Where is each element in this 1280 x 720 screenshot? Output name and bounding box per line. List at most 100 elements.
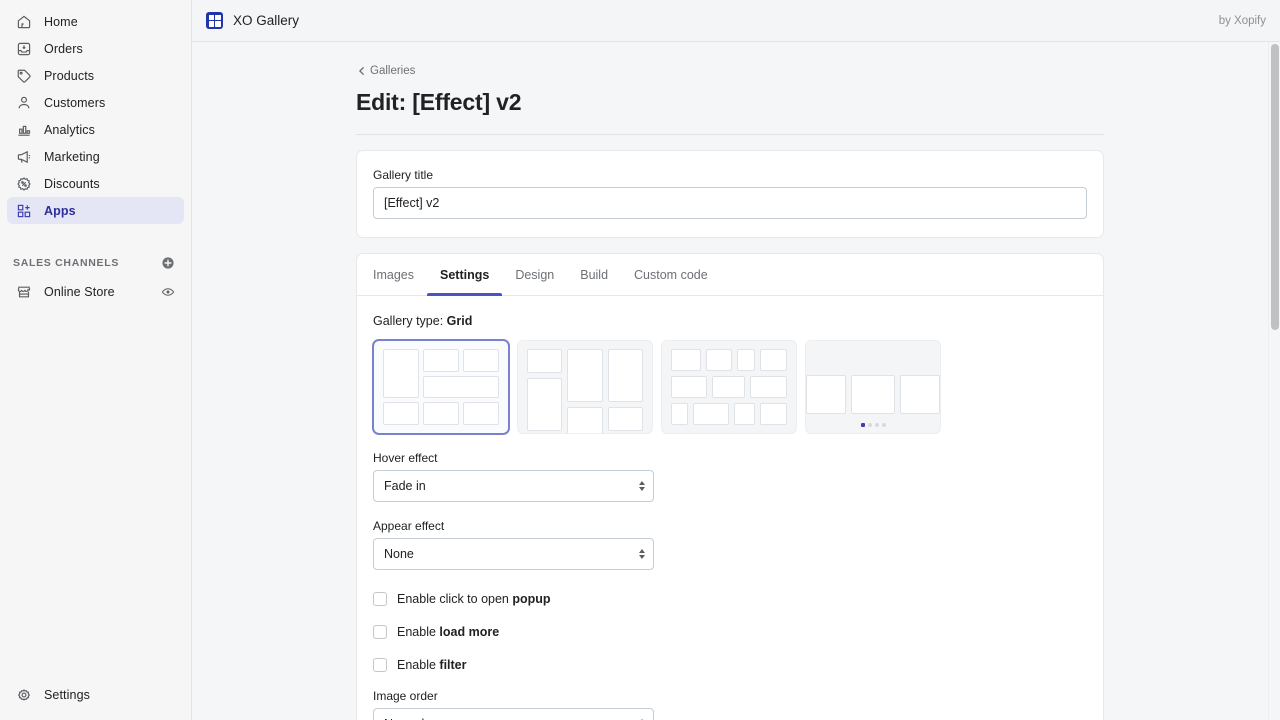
- sidebar-item-analytics[interactable]: Analytics: [7, 116, 184, 143]
- layout-option-justified[interactable]: [661, 340, 797, 434]
- eye-icon[interactable]: [160, 284, 176, 300]
- app-title: XO Gallery: [233, 13, 299, 28]
- sidebar-item-discounts[interactable]: Discounts: [7, 170, 184, 197]
- sidebar-item-home[interactable]: Home: [7, 8, 184, 35]
- sidebar-item-online-store[interactable]: Online Store: [7, 278, 184, 305]
- hover-effect-label: Hover effect: [373, 451, 1087, 465]
- appear-effect-select[interactable]: None: [373, 538, 654, 570]
- scrollbar-thumb[interactable]: [1271, 44, 1279, 330]
- sidebar-item-label: Products: [44, 69, 94, 83]
- tab-design[interactable]: Design: [502, 254, 567, 295]
- title-divider: [356, 134, 1104, 135]
- app-credit: by Xopify: [1219, 15, 1266, 27]
- analytics-bars-icon: [15, 121, 33, 139]
- hover-effect-field: Hover effect Fade in: [373, 451, 1087, 502]
- tab-label: Custom code: [634, 268, 708, 282]
- tab-settings[interactable]: Settings: [427, 254, 502, 295]
- filter-checkbox-label: Enable filter: [397, 658, 467, 672]
- gallery-type-label: Gallery type: Grid: [373, 314, 1087, 328]
- image-order-label: Image order: [373, 689, 1087, 703]
- tab-custom-code[interactable]: Custom code: [621, 254, 721, 295]
- sidebar-channels-nav: Online Store: [0, 278, 191, 305]
- vertical-scrollbar[interactable]: [1268, 42, 1280, 720]
- filter-checkbox[interactable]: [373, 658, 387, 672]
- page-title: Edit: [Effect] v2: [356, 89, 1104, 116]
- sidebar-item-label: Home: [44, 15, 78, 29]
- gallery-type-value: Grid: [447, 314, 473, 328]
- app-brand: XO Gallery: [206, 12, 299, 29]
- apps-grid-plus-icon: [15, 202, 33, 220]
- app-topbar: XO Gallery by Xopify: [192, 0, 1280, 42]
- checkbox-row-filter[interactable]: Enable filter: [373, 658, 1087, 672]
- settings-card: Images Settings Design Build Custom code…: [356, 253, 1104, 720]
- load-more-label-prefix: Enable: [397, 625, 439, 639]
- scroll-area: Galleries Edit: [Effect] v2 Gallery titl…: [192, 42, 1280, 720]
- home-icon: [15, 13, 33, 31]
- plus-circle-icon[interactable]: [160, 255, 176, 271]
- load-more-checkbox[interactable]: [373, 625, 387, 639]
- chevron-left-icon: [356, 66, 367, 77]
- sidebar-item-label: Apps: [44, 204, 76, 218]
- filter-label-strong: filter: [439, 658, 466, 672]
- sidebar-item-products[interactable]: Products: [7, 62, 184, 89]
- appear-effect-field: Appear effect None: [373, 519, 1087, 570]
- product-tag-icon: [15, 67, 33, 85]
- sidebar-bottom-nav: Settings: [0, 681, 191, 720]
- filter-label-prefix: Enable: [397, 658, 439, 672]
- hover-effect-select[interactable]: Fade in: [373, 470, 654, 502]
- app-root: Home Orders Products Customers: [0, 0, 1280, 720]
- tab-label: Build: [580, 268, 608, 282]
- load-more-checkbox-label: Enable load more: [397, 625, 499, 639]
- section-title: SALES CHANNELS: [13, 257, 119, 269]
- breadcrumb[interactable]: Galleries: [356, 62, 1104, 80]
- gallery-type-prefix: Gallery type:: [373, 314, 443, 328]
- layout-option-grid[interactable]: [373, 340, 509, 434]
- chevron-updown-icon: [639, 549, 645, 559]
- marketing-megaphone-icon: [15, 148, 33, 166]
- popup-label-strong: popup: [512, 592, 550, 606]
- main-area: XO Gallery by Xopify Galleries Edit: [Ef…: [192, 0, 1280, 720]
- sidebar-item-apps[interactable]: Apps: [7, 197, 184, 224]
- chevron-updown-icon: [639, 481, 645, 491]
- sidebar-item-marketing[interactable]: Marketing: [7, 143, 184, 170]
- tab-build[interactable]: Build: [567, 254, 621, 295]
- image-order-select[interactable]: Normal: [373, 708, 654, 720]
- carousel-dots: [815, 423, 931, 427]
- gallery-layout-options: [373, 340, 1087, 434]
- load-more-label-strong: load more: [439, 625, 499, 639]
- tab-label: Images: [373, 268, 414, 282]
- sidebar-item-settings[interactable]: Settings: [7, 681, 184, 708]
- hover-effect-value: Fade in: [384, 479, 426, 493]
- sidebar-item-label: Marketing: [44, 150, 100, 164]
- gallery-title-card: Gallery title: [356, 150, 1104, 238]
- sidebar-item-orders[interactable]: Orders: [7, 35, 184, 62]
- appear-effect-label: Appear effect: [373, 519, 1087, 533]
- popup-label-prefix: Enable click to open: [397, 592, 512, 606]
- settings-panel: Gallery type: Grid: [357, 296, 1103, 720]
- sidebar-item-customers[interactable]: Customers: [7, 89, 184, 116]
- gallery-title-input[interactable]: [373, 187, 1087, 219]
- tab-images[interactable]: Images: [373, 254, 427, 295]
- checkbox-row-popup[interactable]: Enable click to open popup: [373, 592, 1087, 606]
- breadcrumb-label: Galleries: [370, 65, 415, 77]
- image-order-field: Image order Normal: [373, 689, 1087, 720]
- discounts-percent-icon: [15, 175, 33, 193]
- gear-icon: [15, 686, 33, 704]
- popup-checkbox[interactable]: [373, 592, 387, 606]
- tab-label: Settings: [440, 268, 489, 282]
- sidebar-section-sales-channels: SALES CHANNELS: [0, 248, 191, 278]
- settings-tabs: Images Settings Design Build Custom code: [357, 254, 1103, 296]
- sidebar-item-label: Settings: [44, 688, 90, 702]
- layout-option-carousel[interactable]: [805, 340, 941, 434]
- sidebar-primary-nav: Home Orders Products Customers: [0, 0, 191, 224]
- layout-option-masonry[interactable]: [517, 340, 653, 434]
- page-content: Galleries Edit: [Effect] v2 Gallery titl…: [192, 42, 1268, 720]
- orders-inbox-icon: [15, 40, 33, 58]
- online-store-icon: [15, 283, 33, 301]
- tab-label: Design: [515, 268, 554, 282]
- xo-gallery-app-icon: [206, 12, 223, 29]
- appear-effect-value: None: [384, 547, 414, 561]
- sidebar-item-label: Discounts: [44, 177, 100, 191]
- checkbox-row-load-more[interactable]: Enable load more: [373, 625, 1087, 639]
- sidebar-item-label: Customers: [44, 96, 105, 110]
